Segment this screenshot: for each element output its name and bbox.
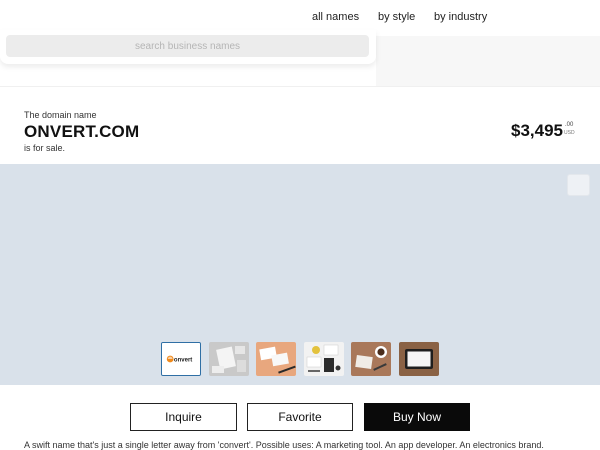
thumbnail-stationery[interactable] <box>304 342 344 376</box>
domain-description: A swift name that's just a single letter… <box>24 440 544 450</box>
header-shadow-area <box>376 36 600 86</box>
thumbnail-tablet[interactable] <box>399 342 439 376</box>
desk-mockup-icon <box>209 342 249 376</box>
buy-now-button[interactable]: Buy Now <box>364 403 470 431</box>
thumbnail-desk-mockup[interactable] <box>209 342 249 376</box>
thumbnail-logo[interactable]: onvert <box>161 342 201 376</box>
price-cents: .00 <box>565 122 574 128</box>
thumbnail-logo-text: onvert <box>174 357 192 363</box>
inquire-button[interactable]: Inquire <box>130 403 237 431</box>
business-cards-icon <box>256 342 296 376</box>
for-sale-text: is for sale. <box>24 143 66 153</box>
coffee-desk-icon <box>351 342 391 376</box>
domain-header: The domain name ONVERT.COM is for sale. … <box>0 86 600 164</box>
price: $3,495 <box>511 121 563 140</box>
favorite-button[interactable]: Favorite <box>247 403 353 431</box>
search-input[interactable] <box>6 35 369 57</box>
price-currency: USD <box>564 130 575 136</box>
thumbnail-coffee-desk[interactable] <box>351 342 391 376</box>
hero-gallery: onvert <box>0 164 600 385</box>
gallery-expand-button[interactable] <box>567 174 590 196</box>
tablet-icon <box>399 342 439 376</box>
domain-kicker: The domain name <box>24 110 97 120</box>
nav-all-names[interactable]: all names <box>312 11 359 23</box>
stationery-icon <box>304 342 344 376</box>
search-panel <box>0 30 376 64</box>
nav-by-industry[interactable]: by industry <box>434 11 487 23</box>
logo-icon: onvert <box>162 343 200 375</box>
domain-name: ONVERT.COM <box>24 122 140 141</box>
nav-by-style[interactable]: by style <box>378 11 415 23</box>
thumbnail-business-cards[interactable] <box>256 342 296 376</box>
